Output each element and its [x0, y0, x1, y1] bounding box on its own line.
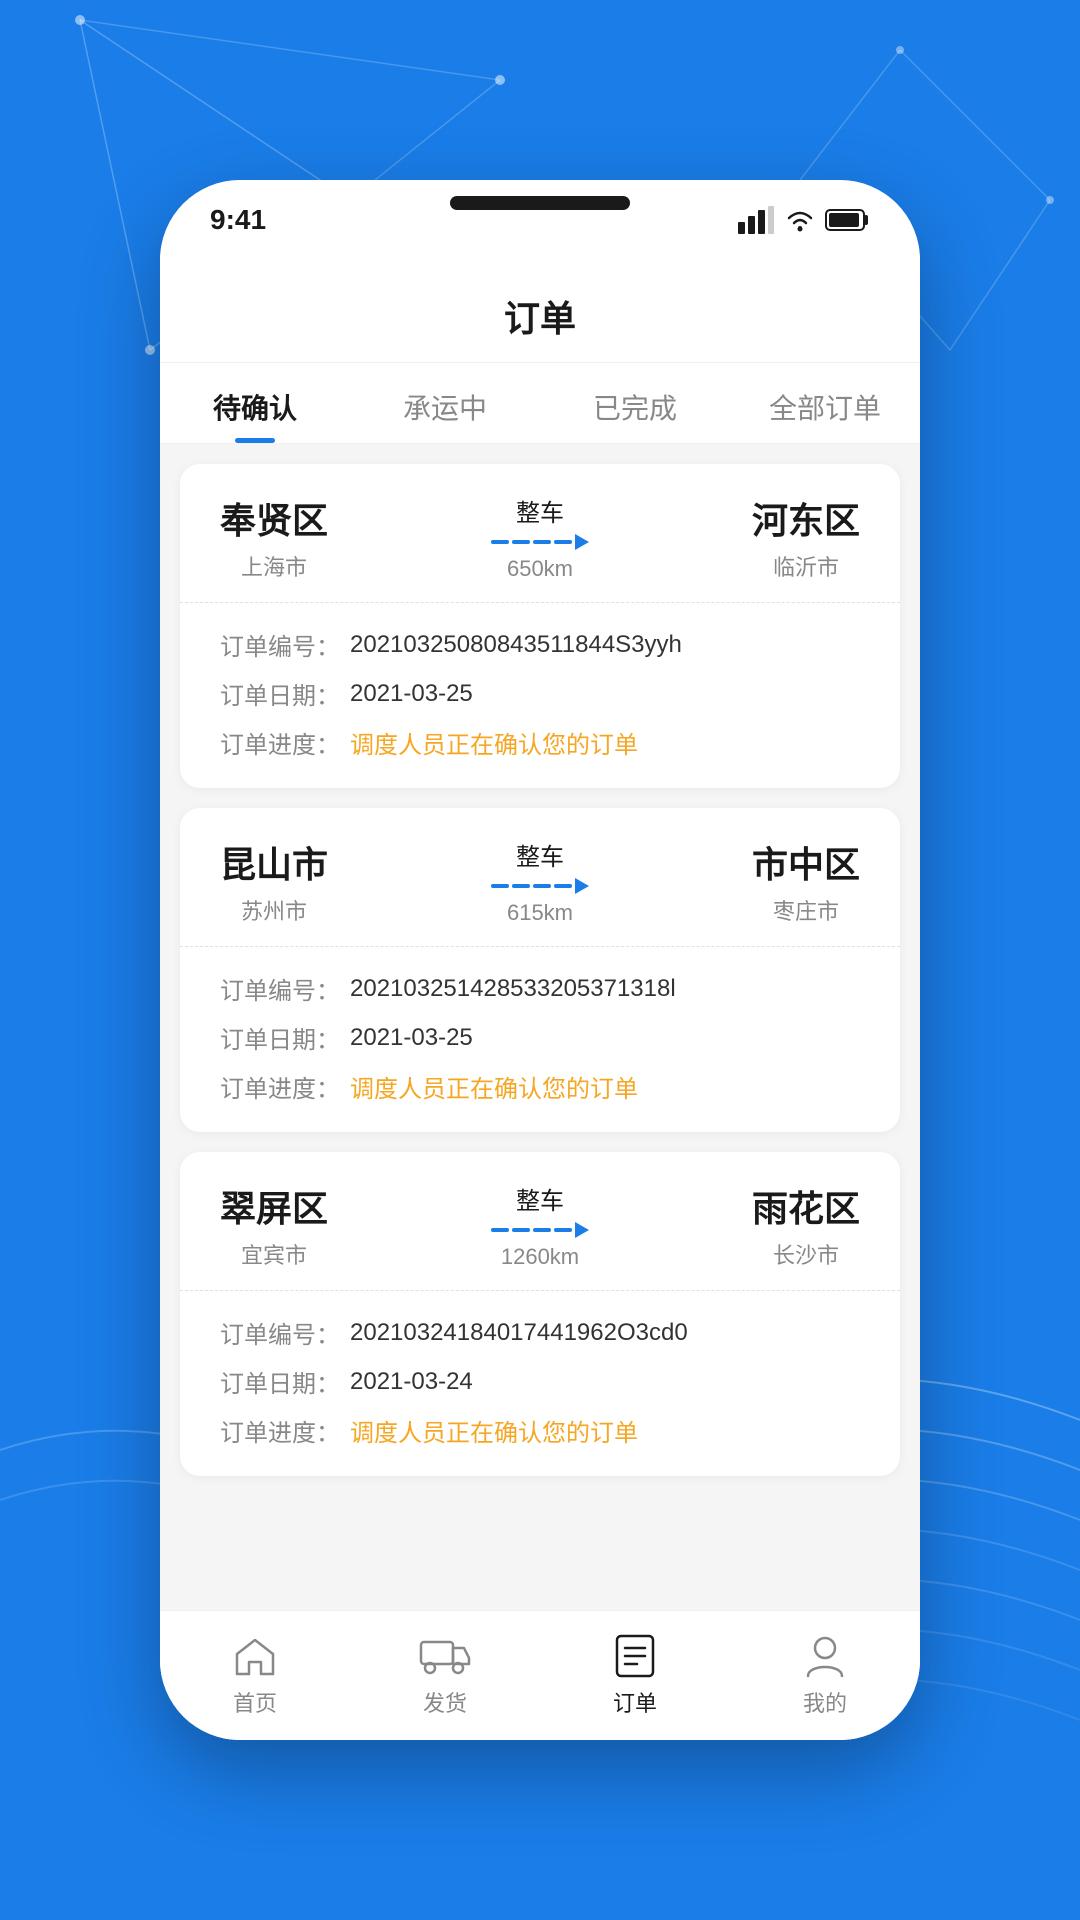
phone-frame: 9:41	[160, 180, 920, 1740]
order-list: 奉贤区 上海市 整车 650km	[160, 444, 920, 1610]
order-date-row-2: 订单日期： 2021-03-25	[220, 1020, 860, 1055]
card-details-1: 订单编号： 20210325080843511844S3yyh 订单日期： 20…	[180, 603, 900, 788]
order-progress-row-3: 订单进度： 调度人员正在确认您的订单	[220, 1413, 860, 1448]
card-details-2: 订单编号： 202103251428533205371318l 订单日期： 20…	[180, 947, 900, 1132]
order-card-1[interactable]: 奉贤区 上海市 整车 650km	[180, 464, 900, 788]
app-content: 订单 待确认 承运中 已完成 全部订单 奉贤区	[160, 260, 920, 1740]
nav-home[interactable]: 首页	[160, 1611, 350, 1740]
nav-my[interactable]: 我的	[730, 1611, 920, 1740]
order-progress-row-2: 订单进度： 调度人员正在确认您的订单	[220, 1069, 860, 1104]
user-icon	[800, 1634, 850, 1678]
signal-icon	[738, 206, 774, 234]
route-arrow-2	[491, 878, 589, 894]
card-route-3: 翠屏区 宜宾市 整车 1260km	[180, 1152, 900, 1291]
card-details-3: 订单编号： 20210324184017441962O3cd0 订单日期： 20…	[180, 1291, 900, 1476]
route-arrow-3	[491, 1222, 589, 1238]
order-icon	[610, 1634, 660, 1678]
app-title: 订单	[504, 298, 576, 339]
route-dest-1: 河东区 临沂市	[752, 492, 860, 582]
route-arrow-1	[491, 534, 589, 550]
card-route-2: 昆山市 苏州市 整车 615km	[180, 808, 900, 947]
battery-icon	[826, 206, 870, 234]
order-date-row-3: 订单日期： 2021-03-24	[220, 1364, 860, 1399]
order-progress-row-1: 订单进度： 调度人员正在确认您的订单	[220, 725, 860, 760]
tab-completed[interactable]: 已完成	[540, 363, 730, 443]
route-origin-3: 翠屏区 宜宾市	[220, 1180, 328, 1270]
order-no-row-2: 订单编号： 202103251428533205371318l	[220, 971, 860, 1006]
order-date-row-1: 订单日期： 2021-03-25	[220, 676, 860, 711]
order-no-row-1: 订单编号： 20210325080843511844S3yyh	[220, 627, 860, 662]
status-bar: 9:41	[160, 180, 920, 260]
status-time: 9:41	[210, 204, 266, 236]
card-route-1: 奉贤区 上海市 整车 650km	[180, 464, 900, 603]
route-dest-3: 雨花区 长沙市	[752, 1180, 860, 1270]
route-middle-1: 整车 650km	[328, 493, 752, 582]
nav-orders-label: 订单	[613, 1686, 657, 1718]
tab-pending[interactable]: 待确认	[160, 363, 350, 443]
route-middle-3: 整车 1260km	[328, 1181, 752, 1270]
bottom-nav: 首页 发货	[160, 1610, 920, 1740]
nav-shipping[interactable]: 发货	[350, 1611, 540, 1740]
nav-my-label: 我的	[803, 1686, 847, 1718]
route-origin-2: 昆山市 苏州市	[220, 836, 328, 926]
wifi-icon	[784, 206, 816, 234]
home-icon	[230, 1634, 280, 1678]
order-card-2[interactable]: 昆山市 苏州市 整车 615km	[180, 808, 900, 1132]
app-header: 订单	[160, 260, 920, 363]
status-icons	[738, 206, 870, 234]
order-no-row-3: 订单编号： 20210324184017441962O3cd0	[220, 1315, 860, 1350]
tab-in-transit[interactable]: 承运中	[350, 363, 540, 443]
dynamic-island	[450, 196, 630, 210]
nav-home-label: 首页	[233, 1686, 277, 1718]
nav-orders[interactable]: 订单	[540, 1611, 730, 1740]
route-middle-2: 整车 615km	[328, 837, 752, 926]
tabs-bar: 待确认 承运中 已完成 全部订单	[160, 363, 920, 444]
route-dest-2: 市中区 枣庄市	[752, 836, 860, 926]
route-origin-1: 奉贤区 上海市	[220, 492, 328, 582]
nav-shipping-label: 发货	[423, 1686, 467, 1718]
tab-all-orders[interactable]: 全部订单	[730, 363, 920, 443]
order-card-3[interactable]: 翠屏区 宜宾市 整车 1260km	[180, 1152, 900, 1476]
truck-icon	[420, 1634, 470, 1678]
